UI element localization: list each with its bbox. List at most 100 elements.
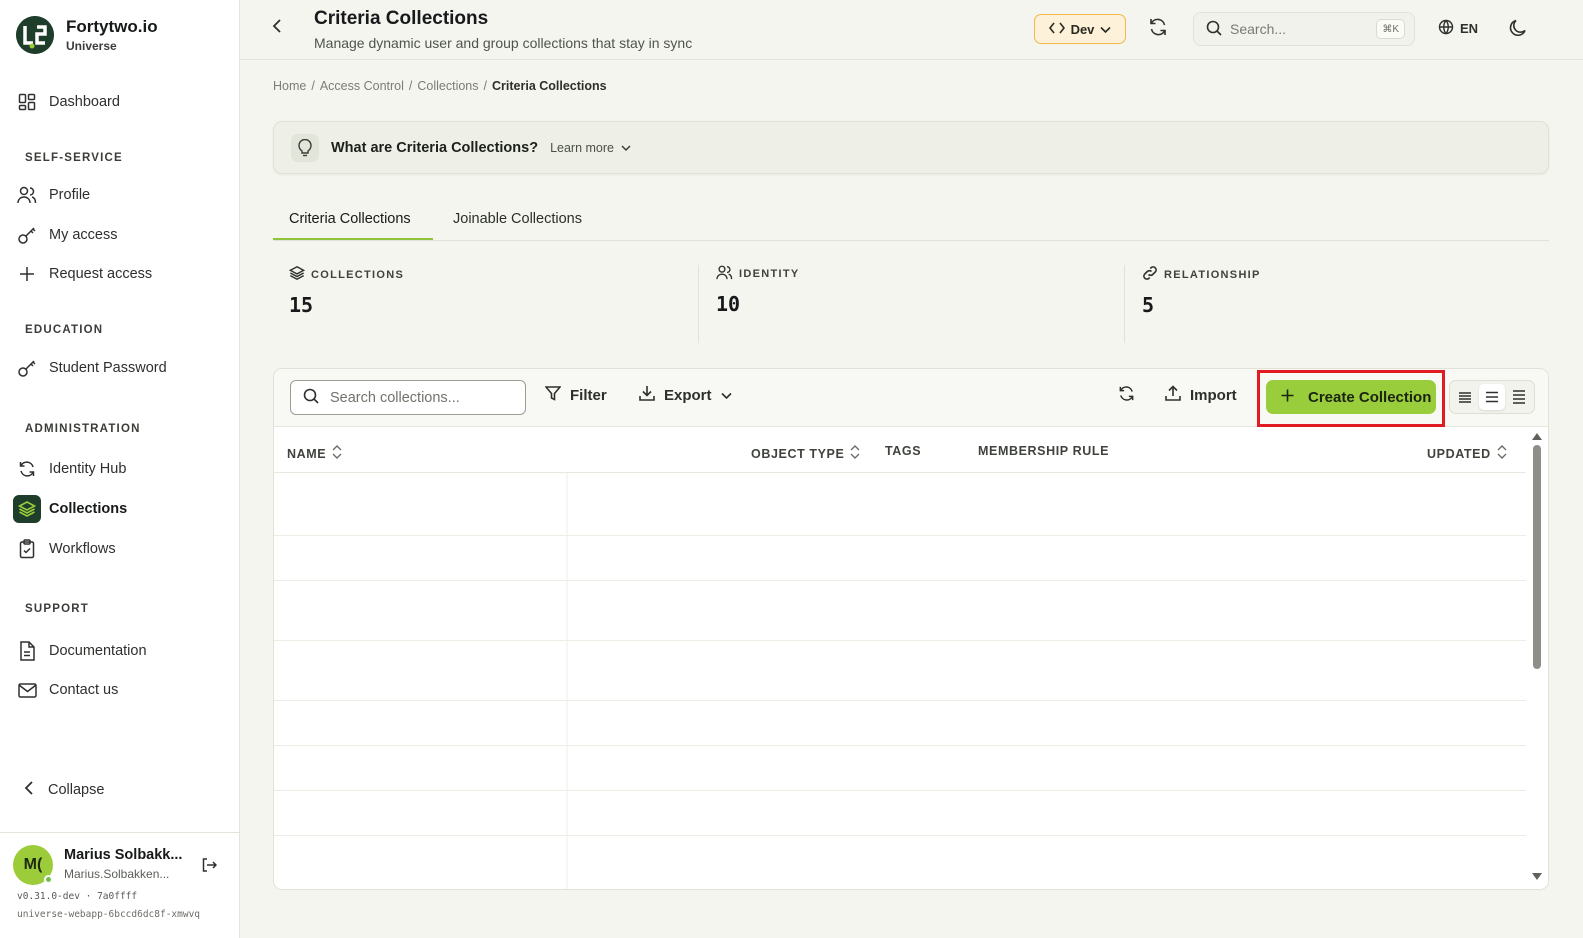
section-support: SUPPORT [25,603,89,615]
table-row[interactable] [274,791,1526,836]
avatar-initials: M( [23,856,43,873]
scroll-up-arrow[interactable] [1532,433,1542,440]
scroll-down-arrow[interactable] [1532,873,1542,880]
key-icon [17,225,37,245]
stat-label: COLLECTIONS [311,268,405,281]
users-icon [716,265,733,283]
online-status-dot [44,875,53,884]
table-row[interactable] [274,581,1526,641]
stat-value: 10 [716,292,741,316]
sort-icon [1497,444,1507,463]
tab-criteria-collections[interactable]: Criteria Collections [289,211,411,227]
search-collections-input[interactable]: Search collections... [290,380,526,415]
global-search-input[interactable]: Search... ⌘K [1193,12,1415,46]
app-version: v0.31.0-dev · 7a0ffff [17,891,138,902]
import-label: Import [1190,386,1237,404]
environment-dropdown[interactable]: Dev [1034,14,1126,44]
page-title: Criteria Collections [314,8,489,29]
sidebar-item-student-password[interactable]: Student Password [12,352,228,384]
filter-label: Filter [570,386,607,404]
refresh-icon [1118,385,1135,406]
stat-value: 15 [289,293,314,317]
export-label: Export [664,386,712,404]
brand-logo-icon [16,16,54,54]
filter-button[interactable]: Filter [544,385,607,405]
sidebar: Fortytwo.io Universe Dashboard SELF-SERV… [0,0,240,938]
stat-identity: IDENTITY 10 [716,265,1136,345]
clipboard-check-icon [17,539,37,559]
sidebar-item-identity-hub[interactable]: Identity Hub [12,453,228,485]
section-self-service: SELF-SERVICE [25,152,123,164]
users-icon [17,185,37,205]
logout-icon[interactable] [201,857,218,878]
breadcrumb-separator: / [311,79,315,93]
sidebar-item-collections[interactable]: Collections [12,493,228,525]
learn-more-label: Learn more [550,140,615,155]
create-collection-button[interactable]: Create Collection [1266,380,1436,414]
table-row[interactable] [274,536,1526,581]
density-comfortable-icon[interactable] [1506,384,1532,410]
upload-icon [1165,385,1181,405]
global-search-placeholder: Search... [1230,21,1287,37]
chevron-left-icon [272,19,282,38]
language-label: EN [1460,21,1479,36]
mail-icon [17,680,37,700]
moon-icon[interactable] [1508,18,1528,43]
refresh-table-button[interactable] [1118,385,1135,406]
column-header-object-type[interactable]: OBJECT TYPE [751,444,860,463]
breadcrumb-collections[interactable]: Collections [417,79,478,93]
table-row[interactable] [274,746,1526,791]
density-compact-icon[interactable] [1452,384,1478,410]
table-row[interactable] [274,473,1526,536]
stat-label: IDENTITY [739,268,800,280]
scrollbar-thumb[interactable] [1533,445,1541,669]
sidebar-item-profile[interactable]: Profile [12,179,228,211]
breadcrumb-home[interactable]: Home [273,79,306,93]
brand-sub: Universe [66,39,117,53]
chevron-down-icon [1100,22,1111,37]
sidebar-item-label: Identity Hub [49,461,127,477]
breadcrumb-current: Criteria Collections [492,79,607,93]
sidebar-item-label: Workflows [49,541,116,557]
sidebar-item-my-access[interactable]: My access [12,219,228,251]
table-row[interactable] [274,836,1526,889]
filter-icon [544,385,562,405]
sidebar-item-request-access[interactable]: Request access [12,258,228,290]
row-divider [566,536,568,580]
breadcrumb-access-control[interactable]: Access Control [320,79,404,93]
code-icon [1048,22,1065,37]
density-default-icon[interactable] [1478,384,1505,410]
tab-joinable-collections[interactable]: Joinable Collections [453,211,582,227]
banner-question: What are Criteria Collections? [331,139,539,156]
export-button[interactable]: Export [639,385,732,405]
column-label: NAME [287,446,327,461]
back-button[interactable] [272,18,282,39]
refresh-icon [17,459,37,479]
sidebar-item-dashboard[interactable]: Dashboard [12,86,228,118]
learn-more-toggle[interactable]: Learn more [550,141,631,155]
sidebar-item-documentation[interactable]: Documentation [12,635,228,667]
stat-label: RELATIONSHIP [1164,268,1261,281]
column-header-updated[interactable]: UPDATED [1427,444,1507,463]
breadcrumb-separator: / [408,79,413,93]
plus-icon [1281,389,1294,406]
breadcrumb-separator: / [483,79,487,93]
column-header-name[interactable]: NAME [287,444,342,463]
collapse-button[interactable]: Collapse [24,781,104,799]
table-toolbar: Search collections... Filter Export Impo… [274,369,1548,427]
table-row[interactable] [274,641,1526,701]
sync-icon[interactable] [1148,17,1168,42]
avatar[interactable]: M( [13,845,53,885]
sort-icon [332,444,342,463]
row-divider [566,746,568,790]
sidebar-item-workflows[interactable]: Workflows [12,533,228,565]
language-selector[interactable]: EN [1438,19,1478,38]
table-row[interactable] [274,701,1526,746]
sidebar-item-label: Profile [49,187,91,203]
brand[interactable]: Fortytwo.io Universe [16,16,158,54]
table-scrollbar[interactable] [1526,427,1548,889]
link-icon [1142,265,1158,284]
import-button[interactable]: Import [1165,385,1237,405]
table-header: NAME OBJECT TYPE TAGS MEMBERSHIP RULE UP… [274,427,1526,473]
sidebar-item-contact-us[interactable]: Contact us [12,674,228,706]
